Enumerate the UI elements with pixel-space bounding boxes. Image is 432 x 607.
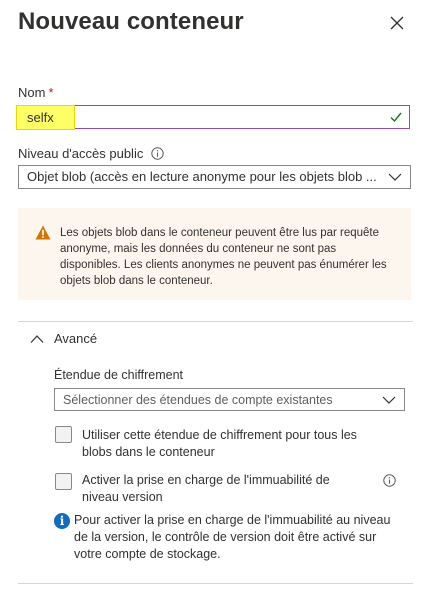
immutability-info-note: Pour activer la prise en charge de l'imm… <box>74 513 391 561</box>
checkmark-icon <box>390 112 402 123</box>
required-mark: * <box>48 85 54 100</box>
use-scope-label: Utiliser cette étendue de chiffrement po… <box>82 428 357 459</box>
advanced-section-toggle[interactable]: Avancé <box>54 331 97 346</box>
immutability-label: Activer la prise en charge de l'immuabil… <box>82 473 330 504</box>
bottom-divider <box>18 583 413 584</box>
access-level-dropdown[interactable]: Objet blob (accès en lecture anonyme pou… <box>18 165 411 189</box>
encryption-scope-placeholder: Sélectionner des étendues de compte exis… <box>63 393 333 407</box>
encryption-scope-label: Étendue de chiffrement <box>54 368 184 382</box>
encryption-scope-dropdown[interactable]: Sélectionner des étendues de compte exis… <box>54 388 405 411</box>
access-level-selected: Objet blob (accès en lecture anonyme pou… <box>27 169 377 184</box>
name-input-value[interactable]: selfx <box>16 105 75 130</box>
access-level-label: Niveau d'accès public <box>18 146 165 161</box>
warning-message: Les objets blob dans le conteneur peuven… <box>18 208 411 300</box>
chevron-down-icon <box>388 173 402 181</box>
info-icon[interactable] <box>151 147 165 160</box>
info-icon[interactable] <box>383 474 396 487</box>
warning-text: Les objets blob dans le conteneur peuven… <box>60 227 387 287</box>
info-filled-icon: i <box>54 513 70 529</box>
warning-icon <box>35 225 51 240</box>
chevron-up-icon[interactable] <box>30 334 44 344</box>
immutability-checkbox[interactable] <box>55 473 72 490</box>
chevron-down-icon <box>382 396 396 404</box>
section-divider <box>18 321 413 322</box>
name-label: Nom * <box>18 85 54 100</box>
use-scope-checkbox[interactable] <box>55 426 72 443</box>
close-icon[interactable] <box>386 12 408 34</box>
panel-title: Nouveau conteneur <box>18 8 244 35</box>
name-input[interactable]: selfx <box>16 105 410 130</box>
